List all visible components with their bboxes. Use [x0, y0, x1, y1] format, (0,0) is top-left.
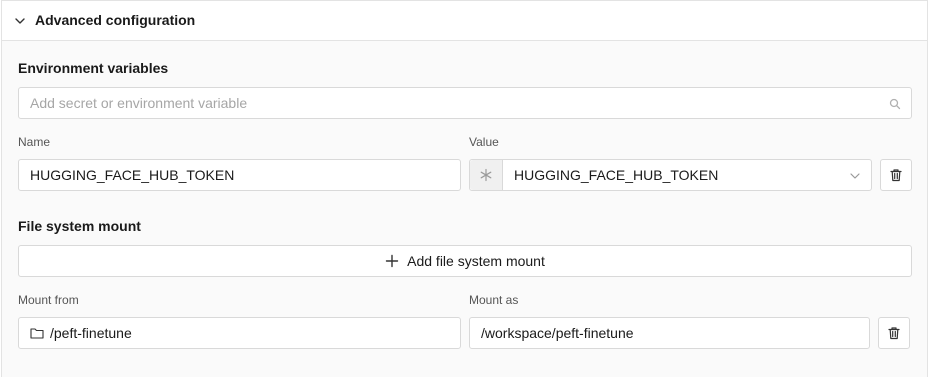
search-icon: [889, 98, 901, 110]
chevron-down-icon[interactable]: [13, 14, 27, 28]
delete-env-button[interactable]: [880, 159, 912, 191]
env-name-value: HUGGING_FACE_HUB_TOKEN: [30, 167, 235, 183]
asterisk-icon: [480, 168, 492, 182]
mount-from-input[interactable]: /peft-finetune: [18, 317, 461, 349]
env-value-value: HUGGING_FACE_HUB_TOKEN: [514, 167, 719, 183]
fs-heading: File system mount: [18, 218, 141, 234]
plus-icon: [385, 254, 399, 268]
env-search-placeholder: Add secret or environment variable: [30, 95, 248, 111]
section-title: Advanced configuration: [35, 12, 196, 28]
env-heading: Environment variables: [18, 60, 169, 76]
advanced-configuration-panel: Advanced configuration Environment varia…: [1, 0, 928, 377]
secret-toggle[interactable]: [470, 160, 503, 190]
trash-icon: [888, 327, 900, 340]
chevron-down-icon: [850, 173, 860, 179]
add-file-system-mount-button[interactable]: Add file system mount: [18, 245, 912, 277]
mount-from-value: /peft-finetune: [50, 325, 132, 341]
mount-as-input[interactable]: /workspace/peft-finetune: [469, 317, 870, 349]
env-name-input[interactable]: HUGGING_FACE_HUB_TOKEN: [18, 159, 461, 191]
section-header[interactable]: Advanced configuration: [2, 1, 927, 41]
folder-icon: [30, 328, 44, 339]
env-search-input[interactable]: Add secret or environment variable: [18, 87, 912, 119]
mount-as-label: Mount as: [469, 293, 519, 307]
mount-from-label: Mount from: [18, 293, 79, 307]
env-name-label: Name: [18, 135, 51, 149]
add-file-system-mount-label: Add file system mount: [407, 253, 545, 269]
delete-mount-button[interactable]: [878, 317, 910, 349]
env-value-label: Value: [469, 135, 499, 149]
trash-icon: [890, 169, 902, 182]
mount-as-value: /workspace/peft-finetune: [481, 325, 634, 341]
env-value-select[interactable]: HUGGING_FACE_HUB_TOKEN: [469, 159, 872, 191]
